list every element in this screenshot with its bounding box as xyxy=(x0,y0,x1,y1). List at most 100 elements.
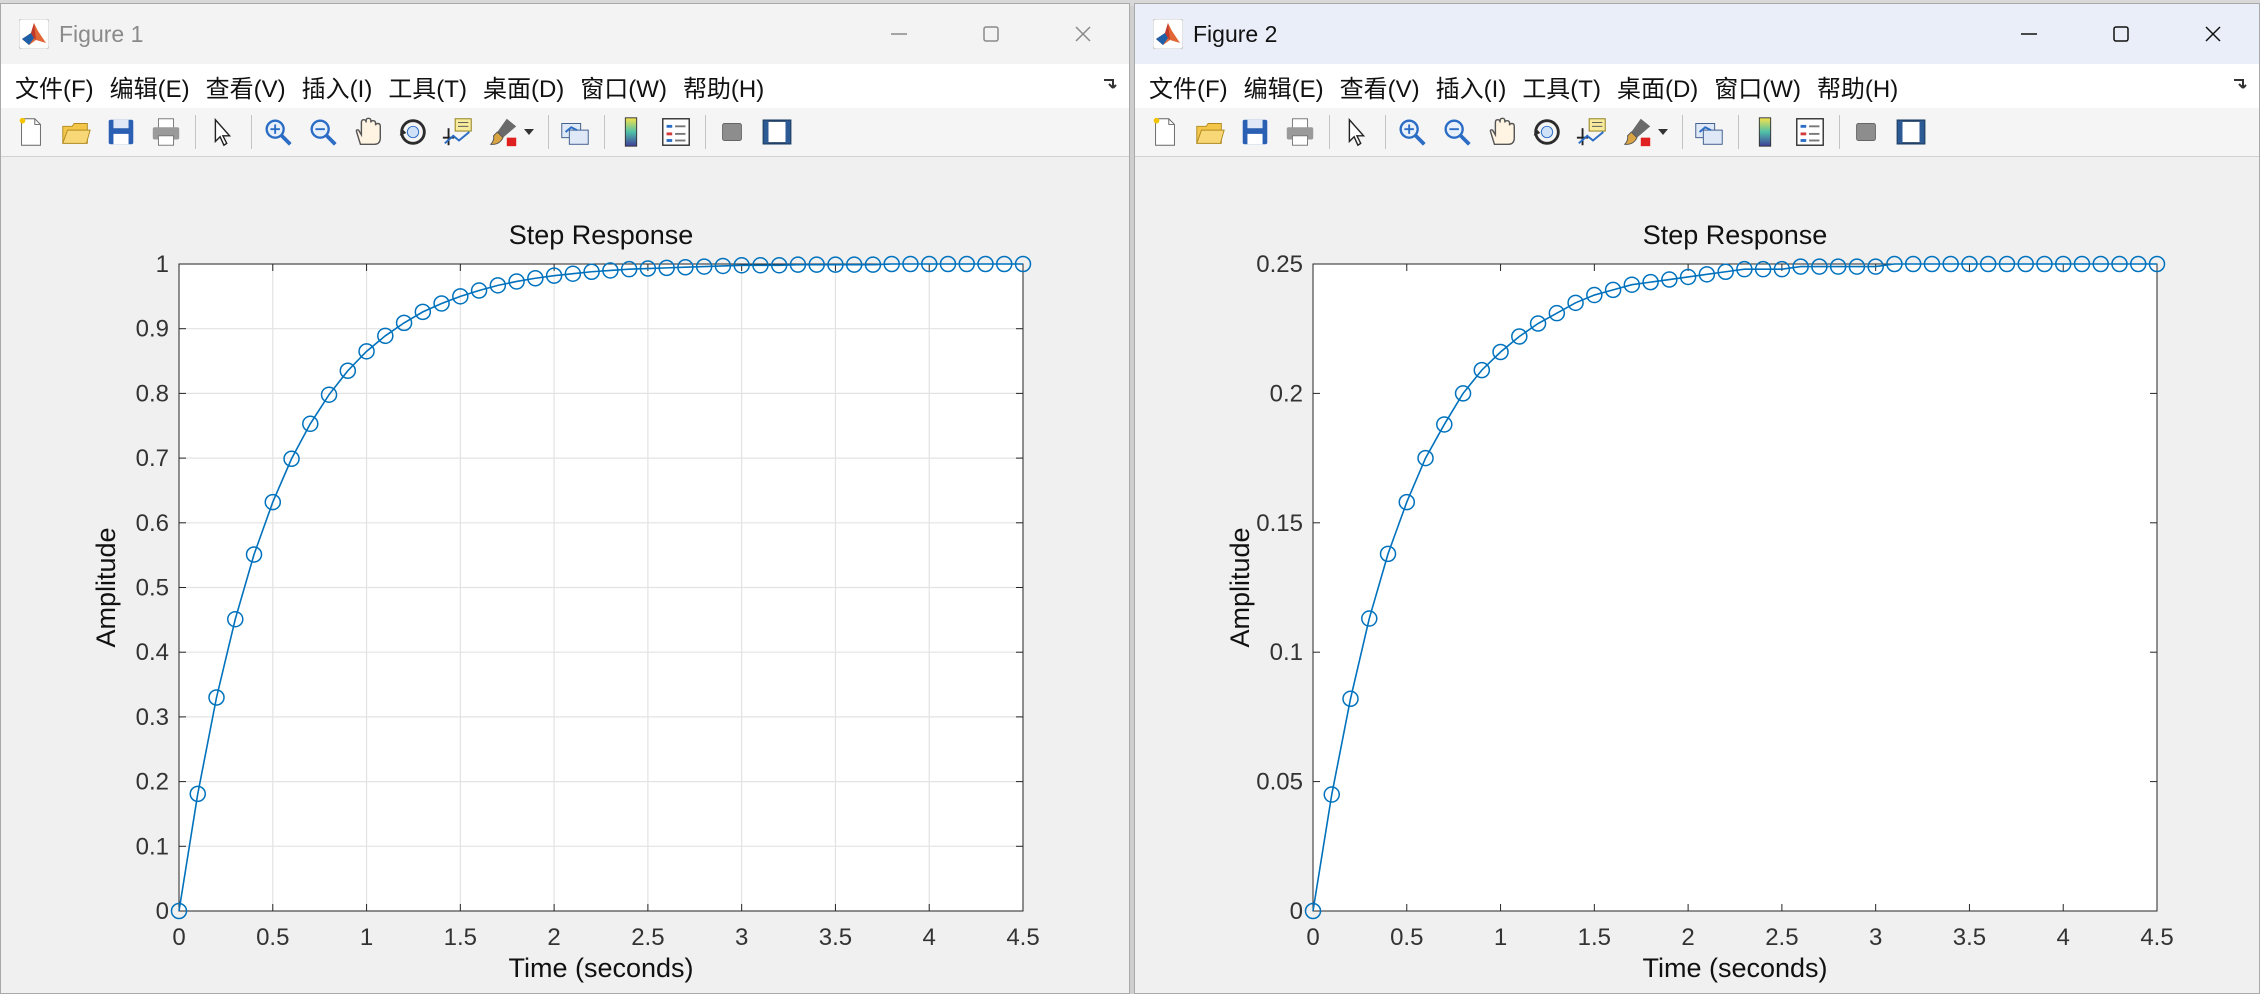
hide-plot-tools-button[interactable] xyxy=(1848,114,1884,150)
matlab-logo-icon xyxy=(1153,19,1183,49)
zoom-in-icon xyxy=(265,119,292,146)
window-title: Figure 2 xyxy=(1193,20,1278,47)
menu-file[interactable]: 文件(F) xyxy=(1143,69,1238,104)
hide-plot-tools-button[interactable] xyxy=(714,114,750,150)
y-tick-label: 0.1 xyxy=(136,833,169,860)
brush-dropdown-arrow[interactable] xyxy=(1658,114,1670,150)
print-icon xyxy=(152,118,180,146)
link-plot-icon xyxy=(1695,123,1723,145)
brush-dropdown-arrow[interactable] xyxy=(524,114,536,150)
pan-icon xyxy=(355,117,381,145)
step-response-plot[interactable]: 0 0.5 1 1.5 2 2.5 3 3.5 4 4.5 0 0.05 0.1 0.15 0.2 0.25 S… xyxy=(1135,157,2260,994)
close-button[interactable] xyxy=(1037,4,1129,64)
pointer-icon xyxy=(214,117,232,147)
menu-insert[interactable]: 插入(I) xyxy=(1430,69,1517,104)
x-tick-label: 3 xyxy=(735,924,748,951)
colorbar-button[interactable] xyxy=(613,114,649,150)
menu-file[interactable]: 文件(F) xyxy=(9,69,104,104)
maximize-button[interactable] xyxy=(945,4,1037,64)
pan-button[interactable] xyxy=(1484,114,1520,150)
dock-arrow-icon[interactable] xyxy=(2231,76,2249,94)
zoom-in-button[interactable] xyxy=(260,114,296,150)
y-tick-label: 0.1 xyxy=(1270,639,1303,666)
hide-plot-tools-icon xyxy=(1856,123,1876,141)
y-tick-label: 0.9 xyxy=(136,316,169,343)
legend-button[interactable] xyxy=(1792,114,1828,150)
x-tick-label: 1.5 xyxy=(444,924,477,951)
x-tick-label: 3.5 xyxy=(1953,924,1986,951)
legend-icon xyxy=(1796,118,1824,146)
menu-tools[interactable]: 工具(T) xyxy=(382,69,477,104)
minimize-icon xyxy=(2021,33,2037,35)
new-figure-button[interactable] xyxy=(1147,114,1183,150)
zoom-out-button[interactable] xyxy=(1439,114,1475,150)
pointer-button[interactable] xyxy=(1338,114,1374,150)
step-response-plot[interactable]: 0 0.5 1 1.5 2 2.5 3 3.5 4 4.5 0 0.1 0.2 0.3 0.4 0.5 0.6 0… xyxy=(1,157,1130,994)
x-tick-label: 2 xyxy=(1681,924,1694,951)
menu-bar: 文件(F) 编辑(E) 查看(V) 插入(I) 工具(T) 桌面(D) 窗口(W… xyxy=(1,64,1129,108)
x-axis-label: Time (seconds) xyxy=(1642,953,1827,983)
rotate-3d-button[interactable] xyxy=(1529,114,1565,150)
menu-view[interactable]: 查看(V) xyxy=(200,69,296,104)
save-icon xyxy=(1242,119,1268,145)
menu-desktop[interactable]: 桌面(D) xyxy=(1611,69,1708,104)
figure-toolbar xyxy=(1135,108,2259,157)
minimize-button[interactable] xyxy=(853,4,945,64)
brush-button[interactable] xyxy=(485,114,521,150)
colorbar-button[interactable] xyxy=(1747,114,1783,150)
show-plot-tools-button[interactable] xyxy=(759,114,795,150)
x-tick-label: 3.5 xyxy=(819,924,852,951)
show-plot-tools-icon xyxy=(762,119,792,145)
data-cursor-icon xyxy=(1576,118,1606,146)
menu-edit[interactable]: 编辑(E) xyxy=(104,69,200,104)
new-figure-icon xyxy=(1153,117,1175,146)
open-file-button[interactable] xyxy=(1192,114,1228,150)
menu-window[interactable]: 窗口(W) xyxy=(1708,69,1811,104)
save-button[interactable] xyxy=(103,114,139,150)
pointer-button[interactable] xyxy=(204,114,240,150)
maximize-button[interactable] xyxy=(2075,4,2167,64)
menu-view[interactable]: 查看(V) xyxy=(1334,69,1430,104)
dropdown-arrow-icon xyxy=(524,129,534,135)
link-plot-button[interactable] xyxy=(1691,114,1727,150)
y-tick-label: 0.2 xyxy=(136,769,169,796)
minimize-button[interactable] xyxy=(1983,4,2075,64)
menu-window[interactable]: 窗口(W) xyxy=(574,69,677,104)
close-button[interactable] xyxy=(2167,4,2259,64)
dock-arrow-icon[interactable] xyxy=(1101,76,1119,94)
zoom-in-button[interactable] xyxy=(1394,114,1430,150)
pan-button[interactable] xyxy=(350,114,386,150)
menu-desktop[interactable]: 桌面(D) xyxy=(477,69,574,104)
new-figure-icon xyxy=(19,117,41,146)
toolbar-separator xyxy=(705,115,706,149)
link-plot-button[interactable] xyxy=(557,114,593,150)
x-tick-label: 1 xyxy=(360,924,373,951)
open-file-button[interactable] xyxy=(58,114,94,150)
legend-button[interactable] xyxy=(658,114,694,150)
zoom-out-button[interactable] xyxy=(305,114,341,150)
menu-insert[interactable]: 插入(I) xyxy=(296,69,383,104)
title-bar[interactable]: Figure 1 xyxy=(1,4,1129,64)
menu-edit[interactable]: 编辑(E) xyxy=(1238,69,1334,104)
x-tick-label: 4.5 xyxy=(2140,924,2173,951)
y-tick-label: 0.8 xyxy=(136,380,169,407)
open-file-icon xyxy=(62,123,91,144)
print-button[interactable] xyxy=(148,114,184,150)
print-button[interactable] xyxy=(1282,114,1318,150)
data-cursor-button[interactable] xyxy=(1574,114,1610,150)
menu-tools[interactable]: 工具(T) xyxy=(1516,69,1611,104)
menu-help[interactable]: 帮助(H) xyxy=(1811,69,1908,104)
data-cursor-button[interactable] xyxy=(440,114,476,150)
rotate-3d-button[interactable] xyxy=(395,114,431,150)
save-button[interactable] xyxy=(1237,114,1273,150)
figure-toolbar xyxy=(1,108,1129,157)
new-figure-button[interactable] xyxy=(13,114,49,150)
menu-help[interactable]: 帮助(H) xyxy=(677,69,774,104)
show-plot-tools-button[interactable] xyxy=(1893,114,1929,150)
toolbar-separator xyxy=(1385,115,1386,149)
brush-button[interactable] xyxy=(1619,114,1655,150)
title-bar[interactable]: Figure 2 xyxy=(1135,4,2259,64)
menu-bar: 文件(F) 编辑(E) 查看(V) 插入(I) 工具(T) 桌面(D) 窗口(W… xyxy=(1135,64,2259,108)
link-plot-icon xyxy=(561,123,589,145)
show-plot-tools-icon xyxy=(1896,119,1926,145)
